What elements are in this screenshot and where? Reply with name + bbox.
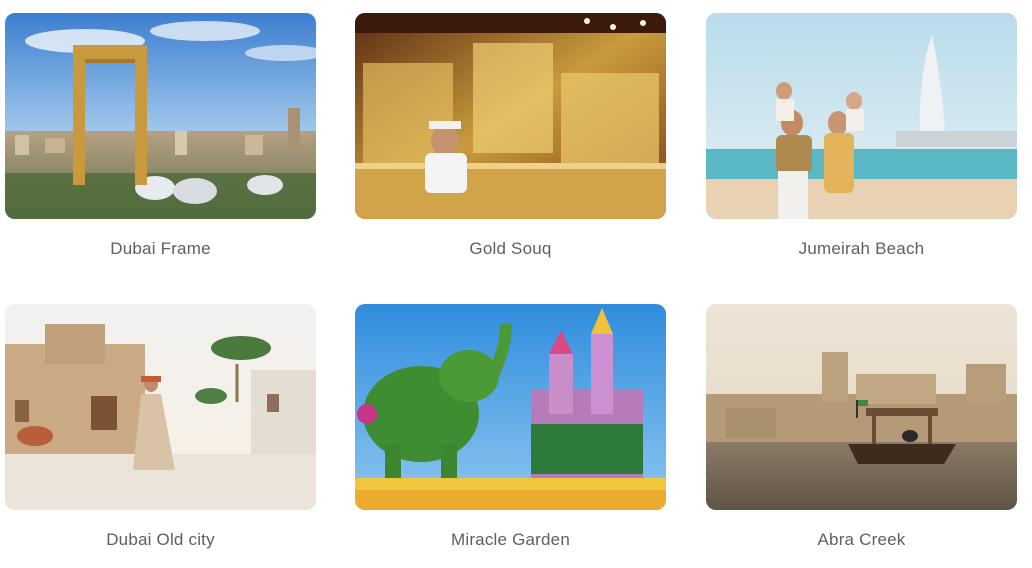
- gold-souq-photo[interactable]: [355, 13, 666, 219]
- attraction-card-miracle-garden[interactable]: Miracle Garden: [355, 304, 666, 564]
- jumeirah-beach-photo[interactable]: [706, 13, 1017, 219]
- attraction-title[interactable]: Dubai Old city: [5, 530, 316, 550]
- dubai-frame-photo[interactable]: [5, 13, 316, 219]
- attraction-card-dubai-frame[interactable]: Dubai Frame: [5, 13, 316, 273]
- dubai-old-city-photo[interactable]: [5, 304, 316, 510]
- attraction-card-dubai-old-city[interactable]: Dubai Old city: [5, 304, 316, 564]
- attraction-title[interactable]: Dubai Frame: [5, 239, 316, 259]
- attraction-title[interactable]: Miracle Garden: [355, 530, 666, 550]
- attraction-card-gold-souq[interactable]: Gold Souq: [355, 13, 666, 273]
- abra-creek-photo[interactable]: [706, 304, 1017, 510]
- miracle-garden-photo[interactable]: [355, 304, 666, 510]
- attraction-title[interactable]: Abra Creek: [706, 530, 1017, 550]
- attraction-title[interactable]: Jumeirah Beach: [706, 239, 1017, 259]
- attraction-card-abra-creek[interactable]: Abra Creek: [706, 304, 1017, 564]
- attractions-grid: Dubai Frame Gold Souq Jumeirah Beach Dub…: [0, 0, 1032, 568]
- attraction-card-jumeirah-beach[interactable]: Jumeirah Beach: [706, 13, 1017, 273]
- attraction-title[interactable]: Gold Souq: [355, 239, 666, 259]
